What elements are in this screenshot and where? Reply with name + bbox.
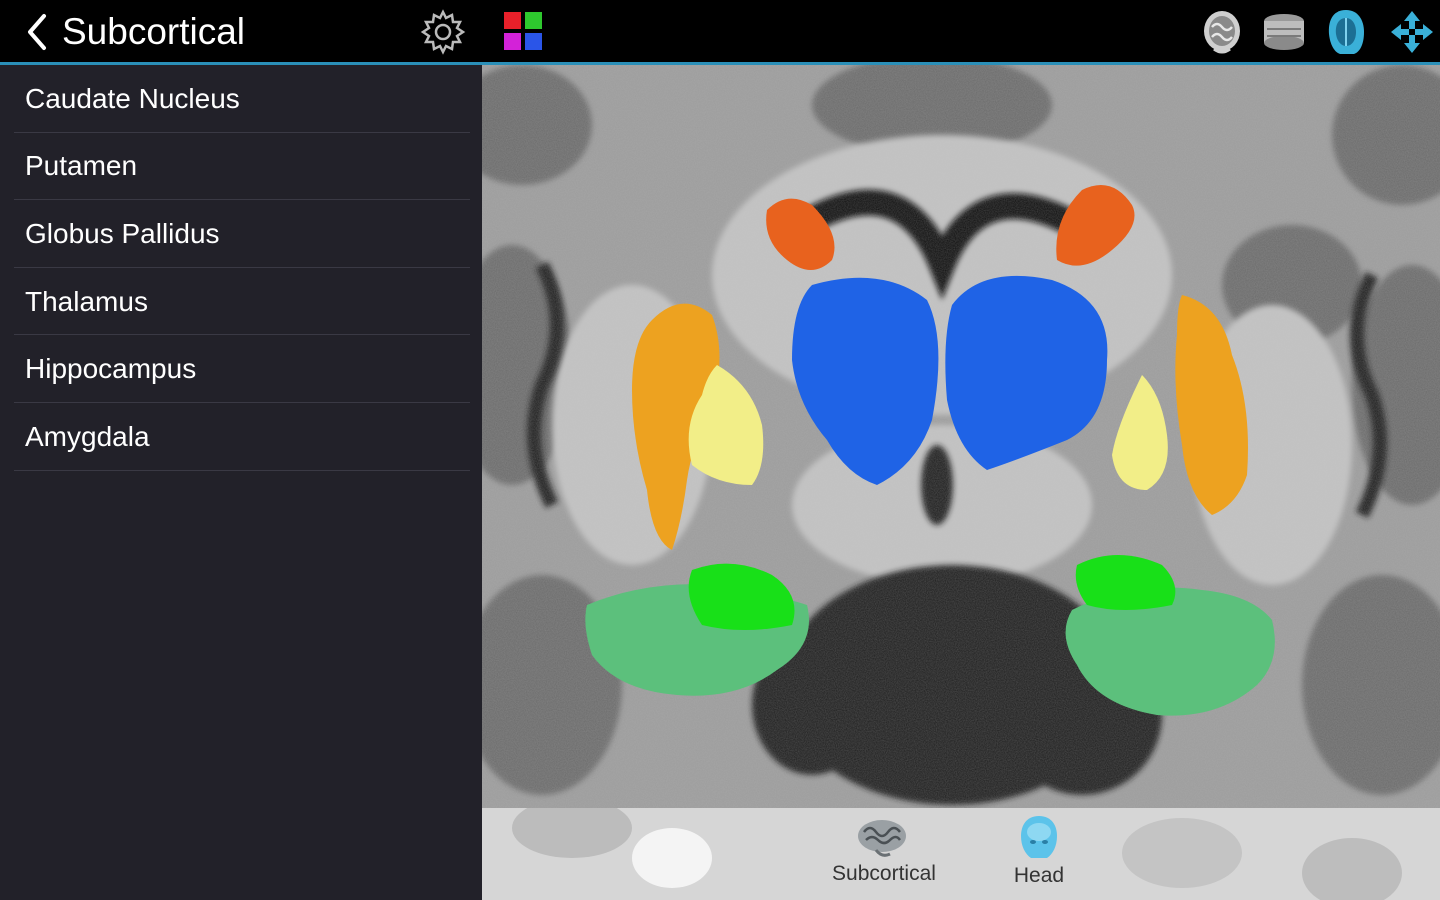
sidebar-item-label: Thalamus xyxy=(25,285,148,317)
sidebar-item-label: Globus Pallidus xyxy=(25,217,220,249)
nav-item-subcortical[interactable]: Subcortical xyxy=(819,814,949,900)
mri-slice-viewer[interactable] xyxy=(482,65,1440,808)
sidebar-item-putamen[interactable]: Putamen xyxy=(0,133,482,201)
bottom-bar-texture xyxy=(512,808,632,858)
sidebar-item-hippocampus[interactable]: Hippocampus xyxy=(0,335,482,403)
settings-button[interactable] xyxy=(418,8,468,56)
axial-slice-icon xyxy=(1264,14,1304,50)
app-top-bar: Subcortical xyxy=(0,0,1440,62)
sidebar-item-label: Putamen xyxy=(25,150,138,182)
structure-colors-button[interactable] xyxy=(498,6,548,56)
color-grid-icon xyxy=(504,12,542,50)
bottom-navigation: Subcortical Head xyxy=(482,808,1440,900)
head-mri-icon xyxy=(1328,10,1364,54)
sidebar-item-amygdala[interactable]: Amygdala xyxy=(0,403,482,471)
nav-item-head[interactable]: Head xyxy=(974,814,1104,900)
move-tool-button[interactable] xyxy=(1388,8,1436,56)
page-title: Subcortical xyxy=(62,11,246,52)
head-view-button[interactable] xyxy=(1322,8,1370,56)
sidebar-item-label: Amygdala xyxy=(25,420,150,452)
nav-item-label: Subcortical xyxy=(832,862,936,885)
mri-coronal-slice xyxy=(482,65,1440,808)
back-button[interactable] xyxy=(18,10,54,54)
axial-slice-view-button[interactable] xyxy=(1260,8,1308,56)
head-icon xyxy=(1021,816,1057,858)
bottom-bar-texture xyxy=(1302,838,1402,900)
nav-item-label: Head xyxy=(1013,864,1065,887)
move-arrows-icon xyxy=(1391,11,1433,53)
sidebar-item-label: Hippocampus xyxy=(25,353,197,385)
brain-3d-icon xyxy=(1204,11,1240,54)
gear-icon xyxy=(420,9,466,55)
bottom-bar-texture xyxy=(632,828,712,888)
sidebar-item-globus-pallidus[interactable]: Globus Pallidus xyxy=(0,200,482,268)
structure-list: Caudate Nucleus Putamen Globus Pallidus … xyxy=(0,65,482,900)
brain-3d-view-button[interactable] xyxy=(1198,8,1246,56)
sidebar-item-thalamus[interactable]: Thalamus xyxy=(0,268,482,336)
brain-icon xyxy=(858,820,906,857)
sidebar-item-caudate-nucleus[interactable]: Caudate Nucleus xyxy=(0,65,482,133)
sidebar-item-label: Caudate Nucleus xyxy=(25,82,240,114)
back-chevron-icon xyxy=(28,14,46,50)
bottom-bar-texture xyxy=(1122,818,1242,888)
